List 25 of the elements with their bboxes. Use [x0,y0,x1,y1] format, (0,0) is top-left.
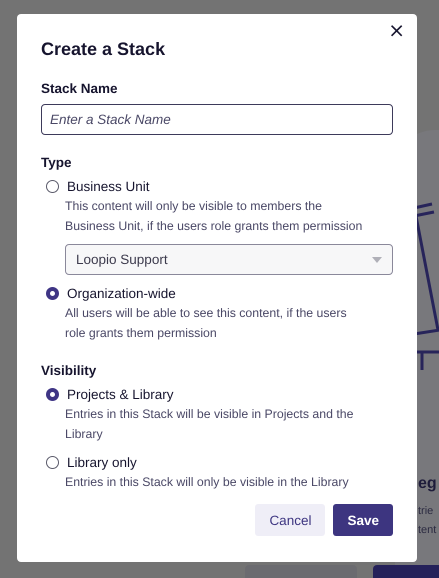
card-text: tent [418,523,436,538]
close-button[interactable]: × [386,18,407,42]
option-description: All users will be able to see this content, if the users role grants them permission [65,305,348,342]
radio-button[interactable] [46,286,59,300]
section-label: Visibility [41,362,98,380]
caret-icon [372,256,382,262]
dialog-title: Create a Stack [41,38,166,60]
cancel-button[interactable]: Cancel [255,504,326,536]
option-description: This content will only be visible to members the Business Unit, if the users role grants them permission [65,198,364,235]
option-description: Entries in this Stack will only be visible in the Library [65,474,350,491]
card-text: trie [418,504,434,519]
radio-button[interactable] [46,456,59,468]
option-label: Business Unit [67,178,150,194]
radio-button[interactable] [46,388,59,400]
option-label: Library only [67,454,137,470]
save-button[interactable]: Save [333,504,393,536]
field-label: Stack Name [41,80,119,98]
section-label: Type [41,154,73,172]
option-label: Organization-wide [67,286,176,300]
business-unit-dropdown[interactable]: Loopio Support [65,244,393,275]
stack-name-field[interactable]: Enter a Stack Name [41,104,393,135]
option-description: Entries in this Stack will be visible in Projects and the Library [65,406,354,443]
option-label: Projects & Library [67,386,174,402]
radio-button[interactable] [46,180,59,192]
card-heading: eg [418,475,437,493]
